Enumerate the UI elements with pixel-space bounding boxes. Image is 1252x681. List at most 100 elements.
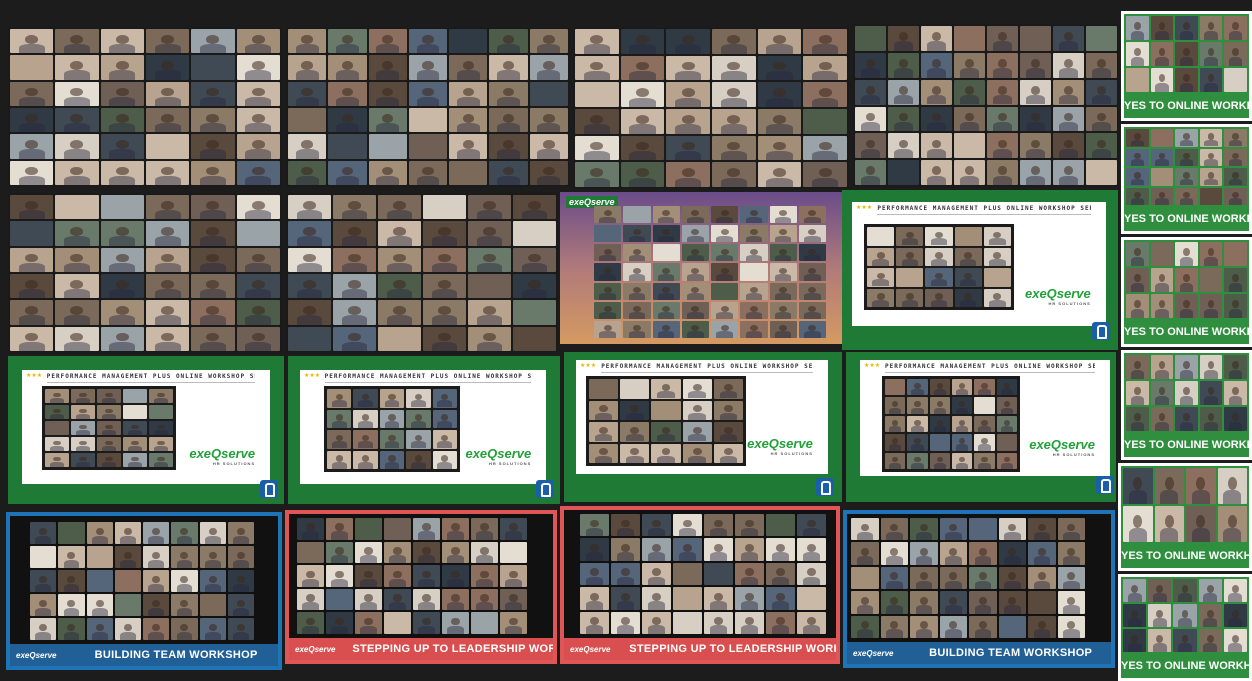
person-body (245, 262, 272, 272)
video-tile (681, 244, 709, 262)
person-head (441, 414, 449, 421)
video-tile (327, 430, 352, 449)
person-body (109, 123, 136, 133)
person-body (295, 96, 319, 106)
person-body (720, 70, 747, 81)
person-body (63, 44, 90, 54)
video-tile (353, 450, 378, 469)
person-head (808, 305, 817, 312)
person-body (740, 601, 759, 610)
person-body (616, 601, 635, 610)
video-tile (408, 29, 448, 54)
video-tile (896, 288, 924, 307)
person-head (779, 286, 788, 293)
person-head (1133, 515, 1143, 528)
person-body (1191, 490, 1210, 504)
person-body (1178, 593, 1192, 602)
video-tile (969, 615, 997, 638)
person-body (109, 44, 136, 54)
person-head (661, 383, 671, 391)
video-tile (929, 379, 950, 396)
person-head (79, 424, 87, 430)
video-tile (55, 274, 99, 299)
person-head (1003, 401, 1010, 408)
person-body (716, 274, 733, 281)
video-tile (666, 55, 710, 81)
video-tile (798, 244, 826, 262)
video-tile (983, 247, 1011, 266)
person-head (1037, 523, 1046, 532)
person-head (1164, 477, 1174, 490)
person-head (206, 140, 220, 149)
person-head (959, 438, 966, 445)
person-body (109, 289, 136, 299)
person-head (39, 623, 48, 632)
person-body (628, 293, 646, 300)
video-tile (384, 541, 411, 564)
person-head (652, 568, 661, 577)
person-head (39, 575, 48, 584)
person-head (1181, 634, 1189, 643)
person-head (393, 570, 402, 579)
person-body (628, 274, 646, 281)
person-head (818, 168, 832, 178)
person-body (802, 527, 821, 537)
person-head (152, 575, 161, 584)
person-head (1158, 300, 1166, 309)
person-head (779, 248, 788, 255)
person-body (1179, 159, 1194, 166)
video-tile (468, 221, 511, 246)
person-head (919, 596, 928, 605)
person-head (772, 88, 787, 98)
person-head (1183, 361, 1190, 370)
video-tile (712, 29, 756, 54)
person-body (331, 461, 347, 469)
person-body (1127, 643, 1142, 652)
person-head (590, 141, 604, 151)
video-tile (735, 562, 764, 586)
video-tile (355, 518, 382, 540)
participant-grid (1126, 16, 1247, 92)
person-body (1155, 198, 1169, 205)
video-tile (55, 81, 99, 106)
participant-grid (30, 522, 254, 640)
video-tile (1175, 242, 1198, 266)
person-body (153, 397, 169, 403)
person-body (153, 445, 169, 451)
video-tile (1053, 79, 1084, 105)
person-head (451, 594, 460, 602)
workshop-slide: ★★★ PERFORMANCE MANAGEMENT PLUS ONLINE W… (852, 202, 1106, 326)
person-body (978, 389, 991, 396)
video-tile (406, 430, 431, 449)
video-tile (983, 227, 1011, 246)
person-head (1096, 139, 1107, 149)
person-body (1204, 395, 1218, 405)
person-head (931, 85, 942, 95)
person-body (687, 312, 704, 319)
person-head (914, 401, 921, 408)
person-head (393, 306, 406, 315)
video-tile (1199, 68, 1223, 92)
person-head (1133, 133, 1141, 140)
person-head (914, 456, 921, 463)
person-body (411, 441, 426, 449)
video-tile (910, 591, 938, 614)
brand-logo: exeQserve (295, 644, 336, 654)
person-head (206, 253, 220, 263)
video-tile (227, 594, 254, 616)
participant-grid (594, 206, 826, 338)
person-head (865, 85, 876, 95)
video-tile (681, 225, 709, 243)
person-head (1003, 419, 1010, 426)
person-head (635, 88, 650, 98)
person-body (812, 97, 839, 107)
video-tile (1126, 407, 1149, 431)
yes-banner: YES TO ONLINE WORKHOP! (1124, 320, 1249, 344)
person-head (949, 523, 958, 532)
brand-logo: exeQserve HR SOLUTIONS (1029, 437, 1095, 458)
video-tile (288, 134, 327, 159)
person-head (776, 617, 785, 626)
person-head (1183, 274, 1190, 283)
person-body (18, 96, 45, 106)
workshop-banner: exeQserve BUILDING TEAM WORKSHOP (10, 644, 278, 666)
